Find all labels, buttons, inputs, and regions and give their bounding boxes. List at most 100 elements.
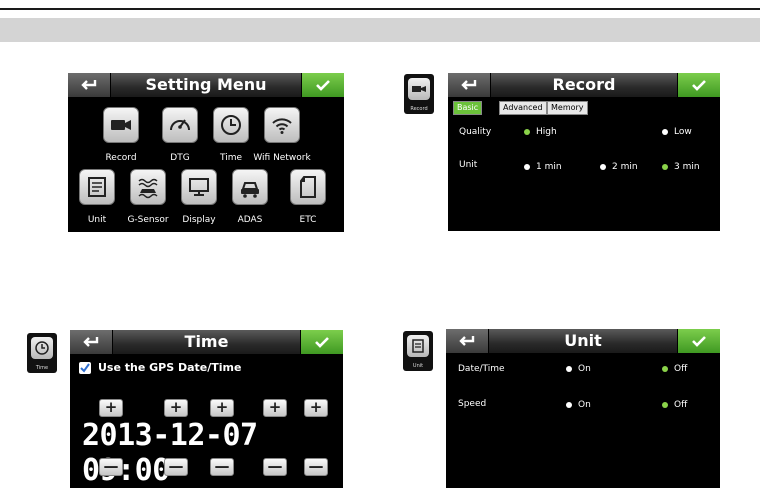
datetime-on-label: On: [578, 364, 591, 374]
time-title: Time: [184, 332, 229, 351]
speed-off-radio[interactable]: Off: [662, 400, 687, 410]
camera-icon: [111, 120, 131, 130]
radio-dot: [566, 366, 572, 372]
wifi-icon: [272, 118, 292, 134]
card-icon: [300, 176, 316, 198]
wifi-label: Wifi Network: [253, 153, 311, 163]
quality-low-label: Low: [674, 127, 692, 137]
hour-plus-button[interactable]: +: [263, 399, 287, 417]
time-side-label: Time: [35, 365, 49, 371]
quality-high-label: High: [536, 127, 557, 137]
time-side-tile: Time: [27, 333, 57, 373]
camera-icon: [412, 86, 426, 92]
back-arrow-icon: [83, 337, 99, 347]
time-screen: Time Use the GPS Date/Time + + + + + 201…: [70, 330, 343, 488]
unit-screen: Unit Date/Time On Off Speed On Off: [446, 329, 720, 488]
gauge-icon: [170, 119, 190, 131]
top-rule: [0, 8, 760, 10]
quality-low-radio[interactable]: Low: [662, 127, 692, 137]
datetime-off-radio[interactable]: Off: [662, 364, 687, 374]
monitor-icon: [189, 178, 209, 196]
unit-1min-radio[interactable]: 1 min: [524, 162, 562, 172]
confirm-button[interactable]: [677, 73, 720, 97]
record-screen: Record Basic Advanced Memory Quality Hig…: [448, 73, 720, 231]
confirm-button[interactable]: [677, 329, 720, 353]
radio-dot: [524, 164, 530, 170]
back-button[interactable]: [448, 73, 491, 97]
back-button[interactable]: [70, 330, 113, 354]
record-label: Record: [105, 153, 137, 163]
unit-header: Unit: [446, 329, 720, 354]
tab-memory[interactable]: Memory: [547, 101, 588, 115]
document-icon: [88, 177, 106, 197]
tab-advanced[interactable]: Advanced: [499, 101, 547, 115]
year-plus-button[interactable]: +: [99, 399, 123, 417]
gps-checkbox[interactable]: [79, 362, 91, 374]
tab-basic[interactable]: Basic: [453, 101, 483, 115]
quality-label: Quality: [459, 127, 492, 137]
back-arrow-icon: [459, 336, 475, 346]
car-wave-icon: [138, 178, 158, 199]
speed-on-label: On: [578, 400, 591, 410]
adas-tile[interactable]: [232, 169, 268, 205]
speed-off-label: Off: [674, 400, 688, 410]
datetime-label: Date/Time: [458, 364, 505, 374]
day-minus-button[interactable]: —: [210, 458, 234, 476]
wifi-tile[interactable]: [264, 107, 300, 143]
unit-side-tile: Unit: [403, 331, 433, 371]
confirm-button[interactable]: [300, 330, 343, 354]
clock-icon: [35, 341, 49, 355]
radio-dot: [566, 402, 572, 408]
dtg-tile[interactable]: [162, 107, 198, 143]
datetime-on-radio[interactable]: On: [566, 364, 591, 374]
radio-dot: [662, 129, 668, 135]
minute-plus-button[interactable]: +: [304, 399, 328, 417]
quality-high-radio[interactable]: High: [524, 127, 557, 137]
speed-label: Speed: [458, 399, 487, 409]
check-icon: [692, 80, 706, 91]
check-icon: [316, 80, 330, 91]
check-icon: [692, 336, 706, 347]
time-header: Time: [70, 330, 343, 355]
back-button[interactable]: [446, 329, 489, 353]
etc-tile[interactable]: [290, 169, 326, 205]
clock-icon: [221, 115, 241, 135]
etc-label: ETC: [299, 215, 317, 225]
record-side-label: Record: [410, 106, 428, 112]
unit-3min-radio[interactable]: 3 min: [662, 162, 700, 172]
day-plus-button[interactable]: +: [210, 399, 234, 417]
document-icon: [412, 339, 424, 353]
radio-dot: [662, 366, 668, 372]
radio-dot: [662, 164, 668, 170]
record-tile[interactable]: [103, 107, 139, 143]
year-minus-button[interactable]: —: [99, 458, 123, 476]
confirm-button[interactable]: [301, 73, 344, 97]
month-minus-button[interactable]: —: [164, 458, 188, 476]
unit-title: Unit: [564, 331, 602, 350]
unit-2min-radio[interactable]: 2 min: [600, 162, 638, 172]
record-header: Record: [448, 73, 720, 98]
g-sensor-tile[interactable]: [130, 169, 166, 205]
unit-3min-label: 3 min: [674, 162, 700, 172]
back-button[interactable]: [68, 73, 111, 97]
display-tile[interactable]: [181, 169, 217, 205]
datetime-display: 2013-12-07 09:00: [82, 418, 258, 488]
section-bar: [0, 18, 760, 42]
time-tile[interactable]: [213, 107, 249, 143]
unit-side-label: Unit: [412, 363, 424, 369]
minute-minus-button[interactable]: —: [304, 458, 328, 476]
check-icon: [315, 337, 329, 348]
back-arrow-icon: [461, 80, 477, 90]
unit-2min-label: 2 min: [612, 162, 638, 172]
hour-minus-button[interactable]: —: [263, 458, 287, 476]
radio-dot: [524, 129, 530, 135]
unit-1min-label: 1 min: [536, 162, 562, 172]
speed-on-radio[interactable]: On: [566, 400, 591, 410]
adas-label: ADAS: [237, 215, 263, 225]
checkmark-icon: [80, 363, 90, 373]
setting-menu-screen: Setting Menu Record DTG Time Wifi Networ…: [68, 73, 344, 232]
unit-tile[interactable]: [79, 169, 115, 205]
month-plus-button[interactable]: +: [164, 399, 188, 417]
gps-checkbox-label: Use the GPS Date/Time: [98, 361, 242, 374]
radio-dot: [600, 164, 606, 170]
